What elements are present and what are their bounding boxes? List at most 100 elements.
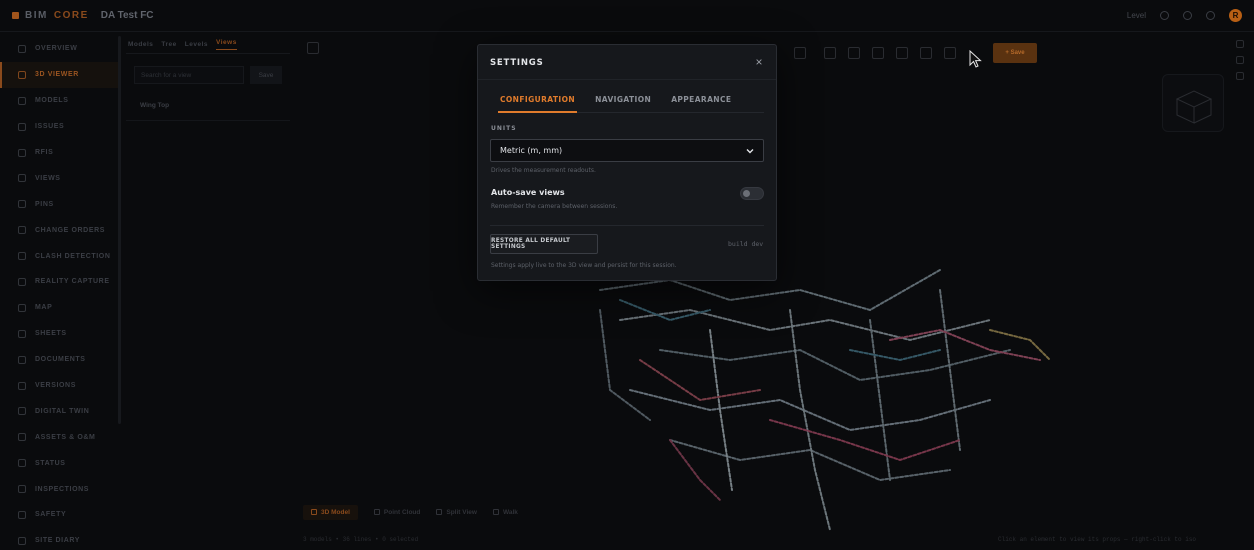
sidebar-item-label: Documents [35,356,86,364]
sidebar-item-documents[interactable]: Documents [0,347,118,373]
sidebar-item-label: Clash Detection [35,252,111,260]
top-bar-actions: Level R [1127,9,1242,22]
select-tool-icon[interactable] [794,47,806,59]
sidebar-item-sheets[interactable]: Sheets [0,321,118,347]
sidebar-item-site-diary[interactable]: Site Diary [0,528,118,550]
sidebar-item-label: Change Orders [35,226,106,234]
mode-icon [436,509,443,515]
sidebar-item-rfis[interactable]: RFIs [0,140,118,166]
viewer-tab-3d-model[interactable]: 3D Model [303,504,358,520]
panel-tab-views[interactable]: Views [216,39,237,50]
book-icon [18,536,26,545]
sidebar-item-3d-viewer[interactable]: 3D Viewer [0,61,118,88]
chat-icon [18,148,26,157]
autosave-toggle[interactable] [740,187,764,200]
properties-icon[interactable] [1236,56,1244,64]
sidebar-item-label: Safety [35,511,67,519]
target-icon [18,252,26,261]
mode-icon [311,509,317,515]
tab-navigation[interactable]: NAVIGATION [593,95,653,113]
units-select[interactable]: Metric (m, mm) [490,139,764,162]
viewer-tab-split-view[interactable]: Split View [436,509,477,516]
sidebar-item-label: Status [35,459,66,467]
save-view-primary-button[interactable]: + Save [993,43,1037,63]
brand-logo[interactable]: BIM CORE [12,10,89,21]
panel-tab-levels[interactable]: Levels [185,41,208,48]
views-panel: Models Tree Levels Views Search for a view … [126,36,290,120]
sidebar-item-digital-twin[interactable]: Digital Twin [0,398,118,424]
units-hint: Drives the measurement readouts. [491,167,596,174]
sidebar-item-label: Map [35,304,53,312]
viewer-tab-walk[interactable]: Walk [492,509,518,516]
tab-appearance[interactable]: APPEARANCE [669,95,733,113]
sidebar-item-map[interactable]: Map [0,295,118,321]
brand-prefix: BIM [25,10,48,21]
sidebar-scrollbar[interactable] [118,36,121,424]
save-view-button[interactable]: Save [250,66,282,84]
tab-configuration[interactable]: CONFIGURATION [498,95,578,113]
sidebar-item-change-orders[interactable]: Change Orders [0,217,118,243]
project-name[interactable]: DA Test FC [101,10,154,21]
sidebar-item-views[interactable]: Views [0,165,118,191]
level-label[interactable]: Level [1127,11,1146,20]
viewer-tab-label: Point Cloud [383,508,421,516]
sidebar-item-safety[interactable]: Safety [0,502,118,528]
alert-icon [18,122,26,131]
sidebar-item-inspections[interactable]: Inspections [0,476,118,502]
cube-icon [1175,90,1213,124]
restore-defaults-button[interactable]: RESTORE ALL DEFAULT SETTINGS [490,234,598,254]
layers-icon[interactable] [1236,40,1244,48]
sidebar-item-label: RFIs [35,149,54,156]
viewer-mode-tabs: 3D Model Point Cloud Split View Walk [303,502,518,522]
sidebar-item-reality-capture[interactable]: Reality Capture [0,269,118,295]
grid-icon[interactable] [1236,72,1244,80]
sidebar-item-versions[interactable]: Versions [0,373,118,399]
fit-view-icon[interactable] [824,47,836,59]
view-list-item[interactable]: Wing Top [140,102,169,109]
sidebar-item-label: Issues [35,123,65,131]
close-button[interactable]: × [752,55,766,69]
panel-tab-models[interactable]: Models [128,41,153,48]
section-tool-icon[interactable] [848,47,860,59]
pin-icon [18,200,26,209]
twin-icon [18,407,26,416]
sidebar-item-issues[interactable]: Issues [0,114,118,140]
search-icon[interactable] [1160,11,1169,20]
viewer-tab-label: Split View [446,508,477,516]
eye-icon [18,174,26,183]
build-label: build dev [728,240,764,248]
help-icon[interactable] [1183,11,1192,20]
sidebar-item-clash-detection[interactable]: Clash Detection [0,243,118,269]
app-root: BIM CORE DA Test FC Level R Overview 3D Vi… [0,0,1254,550]
orbit-tool-icon[interactable] [896,47,908,59]
model-viewport-render[interactable] [470,250,1060,540]
sidebar-item-label: Models [35,97,69,105]
sidebar-item-pins[interactable]: Pins [0,191,118,217]
sidebar-item-label: Site Diary [35,537,81,545]
view-search-input[interactable]: Search for a view [134,66,244,84]
panel-tab-tree[interactable]: Tree [161,41,176,48]
sidebar-item-assets-o-m[interactable]: Assets & O&M [0,424,118,450]
markup-tool-icon[interactable] [944,47,956,59]
modal-header: SETTINGS × [478,45,776,80]
sidebar-item-overview[interactable]: Overview [0,36,118,62]
sidebar-item-label: Versions [35,382,76,390]
sidebar-item-models[interactable]: Models [0,88,118,114]
units-select-value: Metric (m, mm) [500,146,563,155]
modal-title: SETTINGS [490,58,544,68]
sidebar-item-status[interactable]: Status [0,450,118,476]
history-icon [18,381,26,390]
settings-modal: SETTINGS × CONFIGURATION NAVIGATION APPEAR… [477,44,777,281]
viewer-tab-point-cloud[interactable]: Point Cloud [373,508,421,516]
navigation-cube[interactable] [1162,74,1224,132]
cube-icon [18,70,26,79]
measure-tool-icon[interactable] [872,47,884,59]
settings-tool-icon[interactable] [920,47,932,59]
chevron-down-icon [746,148,754,153]
sidebar-item-label: Sheets [35,330,67,338]
avatar[interactable]: R [1229,9,1242,22]
check-icon [18,485,26,494]
bell-icon[interactable] [1206,11,1215,20]
units-label: UNITS [491,125,517,132]
collapse-panel-icon[interactable] [307,42,319,54]
